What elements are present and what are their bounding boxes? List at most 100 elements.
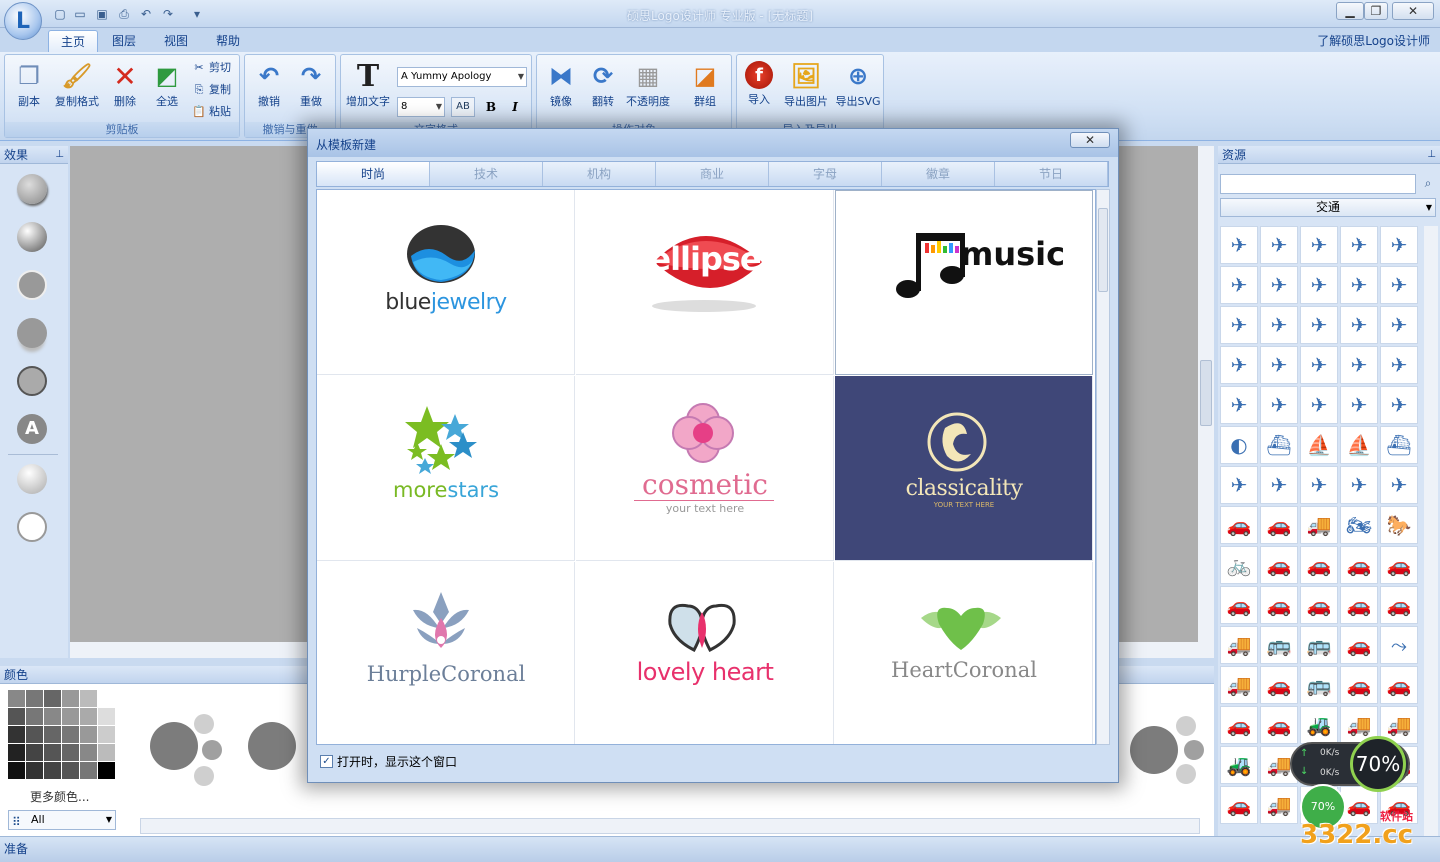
transport-icon[interactable]: 🚌 xyxy=(1300,666,1338,704)
undo-button[interactable]: ↶ 撤销 xyxy=(249,61,289,109)
tab-view[interactable]: 视图 xyxy=(152,30,200,52)
resource-category-select[interactable]: 交通 ▼ xyxy=(1220,198,1436,217)
transport-icon[interactable]: 🚚 xyxy=(1220,626,1258,664)
transport-icon[interactable]: 🚲 xyxy=(1220,546,1258,584)
color-swatch[interactable] xyxy=(8,726,25,743)
template-lovely-heart[interactable]: lovely heart xyxy=(576,562,834,744)
transport-icon[interactable]: 🚗 xyxy=(1380,586,1418,624)
color-swatch[interactable] xyxy=(98,744,115,761)
transport-icon[interactable]: ✈ xyxy=(1220,266,1258,304)
transport-icon[interactable]: ✈ xyxy=(1380,386,1418,424)
transport-icon[interactable]: ⛵ xyxy=(1340,426,1378,464)
category-tab[interactable]: 时尚 xyxy=(317,162,430,186)
color-preset-circle[interactable] xyxy=(1184,740,1204,760)
learn-more-link[interactable]: 了解硕思Logo设计师 xyxy=(1317,32,1430,49)
redo-quick-icon[interactable]: ↷ xyxy=(160,6,176,22)
color-swatch[interactable] xyxy=(44,690,61,707)
open-folder-icon[interactable]: ▭ xyxy=(72,6,88,22)
tab-layers[interactable]: 图层 xyxy=(100,30,148,52)
template-heartcoronal[interactable]: HeartCoronal xyxy=(835,562,1093,744)
color-swatch[interactable] xyxy=(62,726,79,743)
duplicate-button[interactable]: ❐ 副本 xyxy=(9,61,49,109)
color-swatch[interactable] xyxy=(80,744,97,761)
transport-icon[interactable]: 🚗 xyxy=(1260,586,1298,624)
color-preset-circle[interactable] xyxy=(1176,716,1196,736)
transport-icon[interactable]: 🚗 xyxy=(1260,706,1298,744)
transport-icon[interactable]: ✈ xyxy=(1340,306,1378,344)
transport-icon[interactable]: 🚗 xyxy=(1380,546,1418,584)
color-swatch[interactable] xyxy=(8,744,25,761)
color-filter-select[interactable]: All ⠿ ▼ xyxy=(8,810,116,830)
transport-icon[interactable]: 🚗 xyxy=(1340,626,1378,664)
transport-icon[interactable]: 🚗 xyxy=(1220,786,1258,824)
transport-icon[interactable]: 🚗 xyxy=(1300,546,1338,584)
transport-icon[interactable]: ✈ xyxy=(1380,226,1418,264)
category-tab[interactable]: 技术 xyxy=(430,162,543,186)
color-preset-circle[interactable] xyxy=(150,722,198,770)
transport-icon[interactable]: ✈ xyxy=(1220,346,1258,384)
transport-icon[interactable]: 🚗 xyxy=(1220,506,1258,544)
effect-glow-swatch[interactable] xyxy=(17,270,47,300)
resource-search-input[interactable] xyxy=(1220,174,1416,194)
canvas-scroll-thumb[interactable] xyxy=(1200,360,1212,426)
effect-stroke-swatch[interactable] xyxy=(17,366,47,396)
color-swatch[interactable] xyxy=(80,762,97,779)
transport-icon[interactable]: ✈ xyxy=(1220,226,1258,264)
color-preset-circle[interactable] xyxy=(248,722,296,770)
transport-icon[interactable]: ✈ xyxy=(1220,306,1258,344)
maximize-button[interactable]: ❐ xyxy=(1364,2,1388,20)
effect-shadow-swatch[interactable] xyxy=(17,174,47,204)
category-tab[interactable]: 节日 xyxy=(995,162,1108,186)
color-swatch[interactable] xyxy=(98,708,115,725)
transport-icon[interactable]: 🚗 xyxy=(1220,586,1258,624)
color-swatch[interactable] xyxy=(8,708,25,725)
transport-icon[interactable]: 🏍 xyxy=(1340,506,1378,544)
transport-icon[interactable]: 🚚 xyxy=(1260,786,1298,824)
transport-icon[interactable]: ✈ xyxy=(1260,346,1298,384)
mirror-button[interactable]: ⧓ 镜像 xyxy=(541,61,581,109)
redo-button[interactable]: ↷ 重做 xyxy=(291,61,331,109)
transport-icon[interactable]: ✈ xyxy=(1300,346,1338,384)
delete-button[interactable]: ✕ 删除 xyxy=(105,60,145,109)
color-preset-circle[interactable] xyxy=(1176,764,1196,784)
opacity-button[interactable]: ▦ 不透明度 xyxy=(623,61,673,109)
italic-button[interactable]: I xyxy=(505,97,525,117)
transport-icon[interactable]: ⛴ xyxy=(1380,426,1418,464)
color-swatch[interactable] xyxy=(26,708,43,725)
transport-icon[interactable]: ✈ xyxy=(1300,466,1338,504)
transport-icon[interactable]: 🚗 xyxy=(1260,666,1298,704)
transport-icon[interactable]: ✈ xyxy=(1260,226,1298,264)
transport-icon[interactable]: ✈ xyxy=(1220,386,1258,424)
cut-button[interactable]: ✂ 剪切 xyxy=(191,58,231,78)
color-swatch[interactable] xyxy=(26,744,43,761)
transport-icon[interactable]: ✈ xyxy=(1340,266,1378,304)
transport-icon[interactable]: ✈ xyxy=(1300,306,1338,344)
pin-icon[interactable]: ⊥ xyxy=(55,146,64,164)
color-swatch[interactable] xyxy=(62,690,79,707)
category-tab[interactable]: 商业 xyxy=(656,162,769,186)
color-swatch[interactable] xyxy=(26,762,43,779)
paste-button[interactable]: 📋 粘贴 xyxy=(191,102,231,122)
category-tab[interactable]: 机构 xyxy=(543,162,656,186)
color-swatch[interactable] xyxy=(26,726,43,743)
template-morestars[interactable]: morestars xyxy=(317,376,575,561)
export-svg-button[interactable]: ⊕ 导出SVG xyxy=(833,61,883,109)
transport-icon[interactable]: 🚌 xyxy=(1300,626,1338,664)
transport-icon[interactable]: ✈ xyxy=(1260,386,1298,424)
template-classicality[interactable]: classicality YOUR TEXT HERE xyxy=(835,376,1093,561)
transport-icon[interactable]: 🚗 xyxy=(1380,666,1418,704)
font-size-select[interactable]: 8 ▼ xyxy=(397,97,445,117)
color-swatch[interactable] xyxy=(44,708,61,725)
resource-scrollbar[interactable] xyxy=(1424,226,1438,836)
transport-icon[interactable]: ✈ xyxy=(1300,386,1338,424)
color-swatch[interactable] xyxy=(8,762,25,779)
color-preset-circle[interactable] xyxy=(202,740,222,760)
save-icon[interactable]: ▣ xyxy=(94,6,110,22)
transport-icon[interactable]: 🐎 xyxy=(1380,506,1418,544)
tab-help[interactable]: 帮助 xyxy=(204,30,252,52)
template-grid-scrollbar[interactable] xyxy=(1096,189,1110,745)
transport-icon[interactable]: 🚗 xyxy=(1220,706,1258,744)
transport-icon[interactable]: 🚜 xyxy=(1220,746,1258,784)
effect-bevel-swatch[interactable] xyxy=(17,222,47,252)
color-swatch[interactable] xyxy=(8,690,25,707)
